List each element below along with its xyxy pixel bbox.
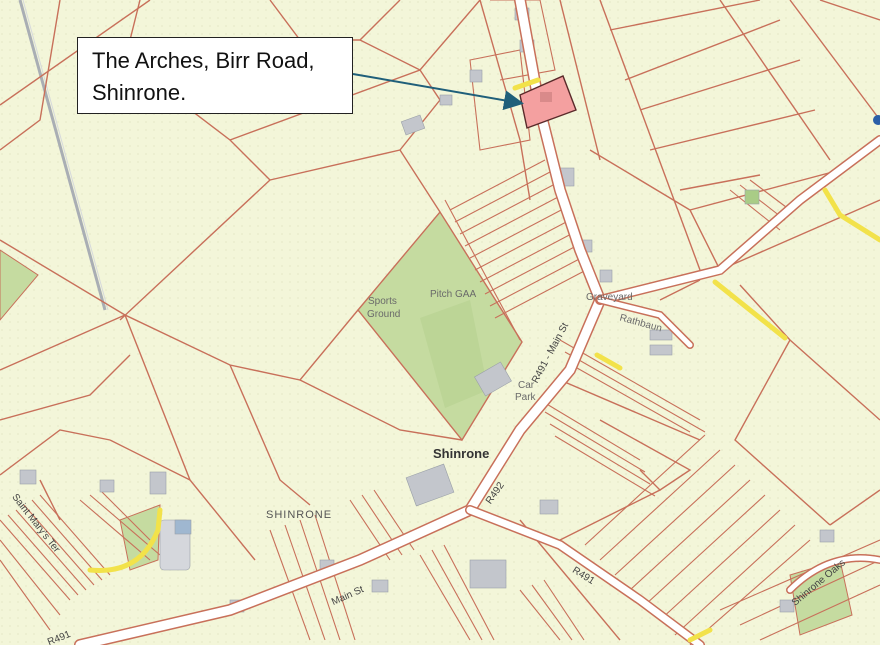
label-ground: Ground — [367, 309, 401, 320]
label-pitch-gaa: Pitch GAA — [430, 289, 477, 300]
label-graveyard: Graveyard — [586, 292, 633, 303]
label-sports: Sports — [368, 296, 397, 307]
label-park: Park — [515, 392, 536, 403]
callout-line-2: Shinrone. — [92, 80, 187, 105]
label-townland: SHINRONE — [266, 509, 333, 521]
callout-line-1: The Arches, Birr Road, — [92, 48, 315, 73]
map-canvas[interactable]: The Arches, Birr Road, Shinrone. Sports … — [0, 0, 880, 645]
property-callout: The Arches, Birr Road, Shinrone. — [77, 37, 353, 114]
label-town-shinrone: Shinrone — [433, 446, 490, 461]
label-car: Car — [518, 380, 535, 391]
